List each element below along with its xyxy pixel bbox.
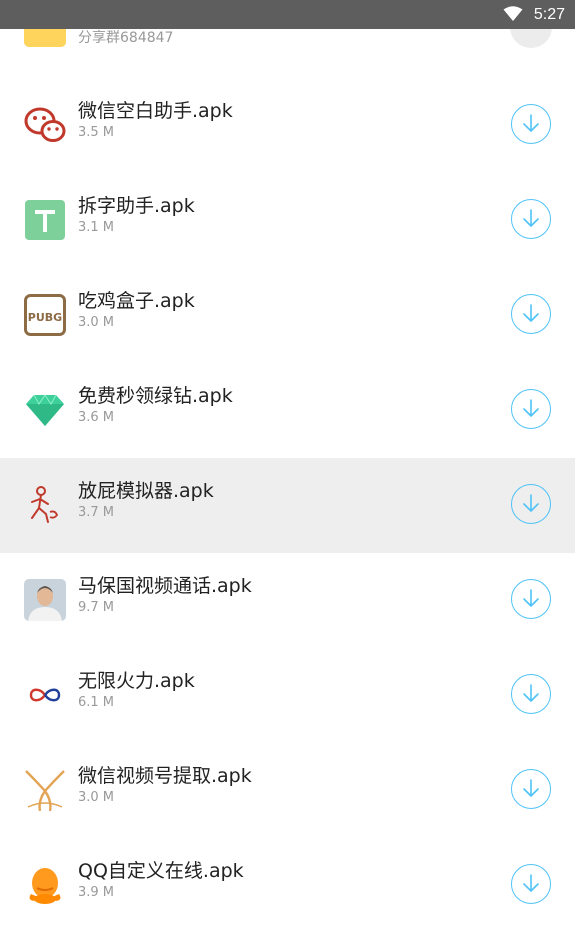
download-button[interactable] xyxy=(511,294,551,334)
file-name: 放屁模拟器.apk xyxy=(78,480,214,502)
download-button[interactable] xyxy=(511,674,551,714)
download-icon xyxy=(523,684,539,702)
file-name: 无限火力.apk xyxy=(78,670,195,692)
green-diamond-icon xyxy=(26,394,64,426)
list-item[interactable]: 拆字助手.apk 3.1 M xyxy=(0,173,575,268)
clock: 5:27 xyxy=(533,6,565,23)
download-icon xyxy=(523,399,539,417)
download-icon xyxy=(523,304,539,322)
download-button[interactable] xyxy=(511,864,551,904)
file-size: 3.0 M xyxy=(78,790,115,805)
file-size: 3.6 M xyxy=(78,410,115,425)
file-name: 吃鸡盒子.apk xyxy=(78,290,195,312)
list-item[interactable]: 免费秒领绿钻.apk 3.6 M xyxy=(0,363,575,458)
list-item[interactable]: 马保国视频通话.apk 9.7 M xyxy=(0,553,575,648)
download-button[interactable] xyxy=(511,769,551,809)
list-item[interactable]: 微信空白助手.apk 3.5 M xyxy=(0,78,575,173)
cross-curves-icon xyxy=(25,770,65,811)
download-button[interactable] xyxy=(511,104,551,144)
svg-text:PUBG: PUBG xyxy=(28,311,62,324)
download-button[interactable] xyxy=(511,199,551,239)
wechat-icon xyxy=(24,107,66,142)
file-name: QQ自定义在线.apk xyxy=(78,860,244,882)
download-button[interactable] xyxy=(511,579,551,619)
file-size: 3.7 M xyxy=(78,505,115,520)
wifi-icon xyxy=(503,6,523,21)
list-item[interactable]: 无限火力.apk 6.1 M xyxy=(0,648,575,743)
download-icon xyxy=(523,209,539,227)
download-button[interactable] xyxy=(511,389,551,429)
portrait-icon xyxy=(24,579,66,621)
download-icon xyxy=(523,589,539,607)
download-icon xyxy=(523,779,539,797)
file-name: 微信空白助手.apk xyxy=(78,100,233,122)
file-size: 3.1 M xyxy=(78,220,115,235)
file-size: 6.1 M xyxy=(78,695,115,710)
share-group-text: 分享群684847 xyxy=(78,30,174,46)
list-item[interactable]: 放屁模拟器.apk 3.7 M xyxy=(0,458,575,553)
download-icon xyxy=(523,874,539,892)
pubg-icon: PUBG xyxy=(24,294,66,336)
file-name: 免费秒领绿钻.apk xyxy=(78,385,233,407)
list-item[interactable]: PUBG 吃鸡盒子.apk 3.0 M xyxy=(0,268,575,363)
list-item[interactable]: QQ自定义在线.apk 3.9 M xyxy=(0,838,575,933)
file-size: 9.7 M xyxy=(78,600,115,615)
download-icon xyxy=(523,114,539,132)
list-item[interactable]: 微信视频号提取.apk 3.0 M xyxy=(0,743,575,838)
status-bar: 5:27 xyxy=(0,0,575,29)
file-size: 3.5 M xyxy=(78,125,115,140)
letter-t-icon xyxy=(25,200,65,240)
file-name: 马保国视频通话.apk xyxy=(78,575,252,597)
file-name: 微信视频号提取.apk xyxy=(78,765,252,787)
infinity-icon xyxy=(29,688,61,702)
file-name: 拆字助手.apk xyxy=(78,195,195,217)
file-list: 微信空白助手.apk 3.5 M 拆字助手.apk 3.1 M PUBG 吃鸡盒… xyxy=(0,78,575,933)
file-size: 3.0 M xyxy=(78,315,115,330)
running-man-icon xyxy=(31,486,59,523)
qq-penguin-icon xyxy=(29,868,61,904)
download-icon xyxy=(523,494,539,512)
file-size: 3.9 M xyxy=(78,885,115,900)
download-button[interactable] xyxy=(511,484,551,524)
